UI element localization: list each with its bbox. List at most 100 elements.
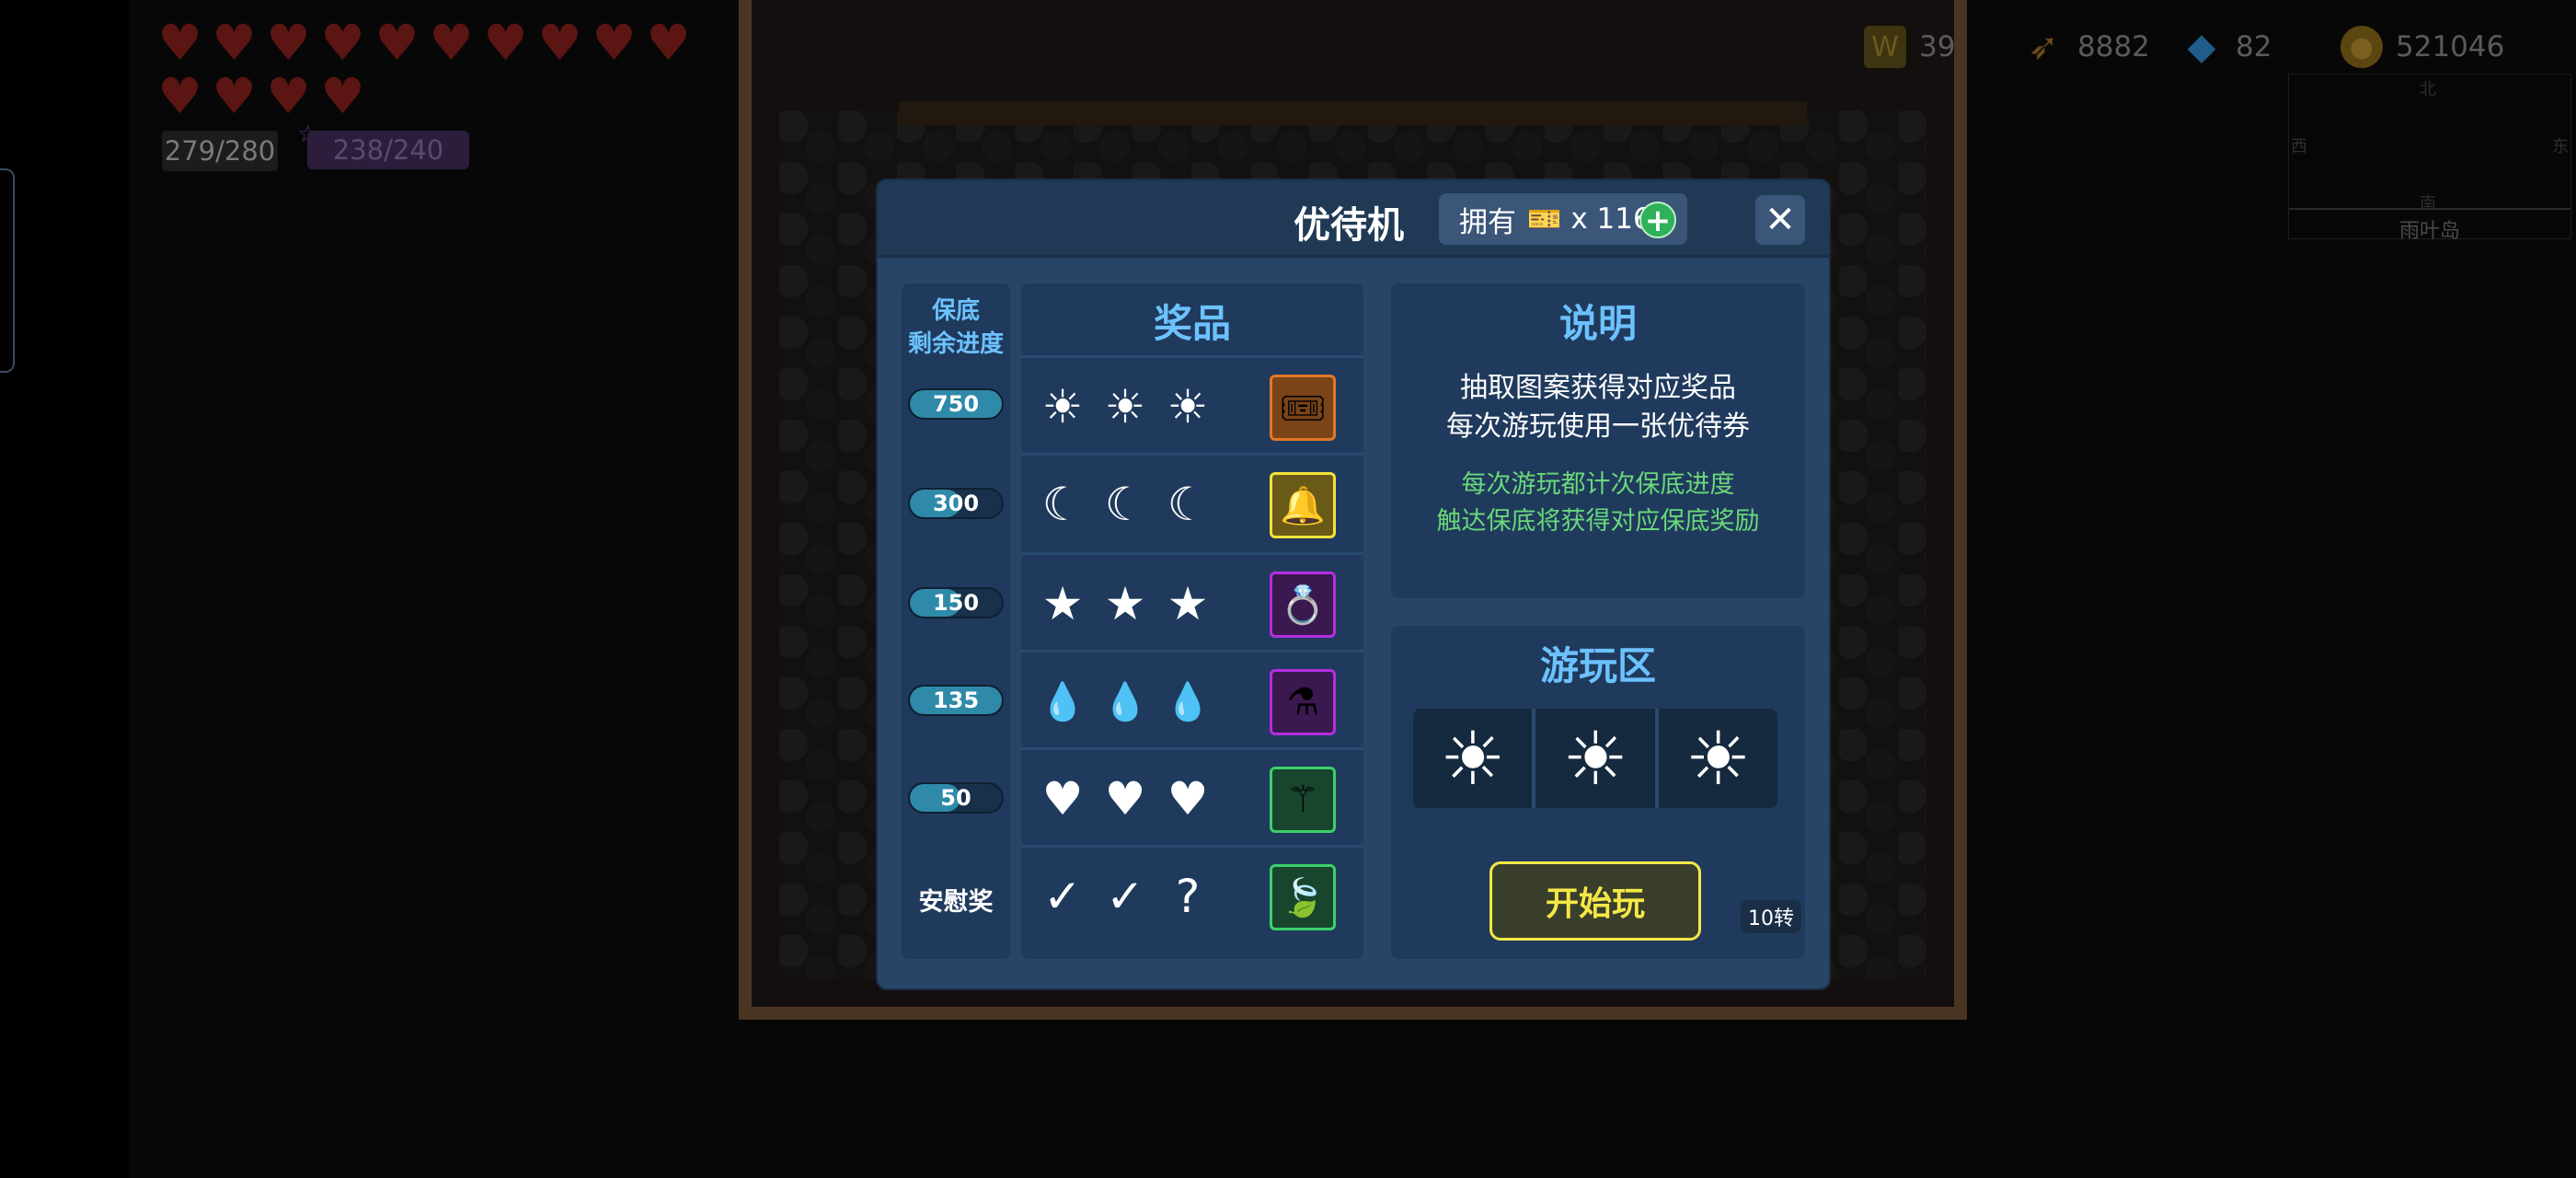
heart-icon: ♥ bbox=[646, 14, 691, 72]
prize-row: ♥ ♥ ♥ ⚚ bbox=[1021, 747, 1363, 845]
minimap-north: 北 bbox=[2420, 80, 2436, 99]
sun-icon: ☀ bbox=[1685, 715, 1752, 802]
prize-symbols: ♥ ♥ ♥ bbox=[1041, 750, 1209, 848]
description-line1: 抽取图案获得对应奖品 bbox=[1460, 372, 1736, 404]
star-icon: ★ bbox=[1041, 577, 1084, 630]
leaf-icon[interactable]: 🍃 bbox=[1270, 864, 1336, 930]
guarantee-value: 750 bbox=[932, 391, 980, 417]
prize-symbols: ★ ★ ★ bbox=[1041, 555, 1209, 653]
add-ticket-button[interactable]: + bbox=[1639, 202, 1676, 238]
bow-icon: ➶ bbox=[2028, 26, 2059, 68]
gem-resource: ◆ 82 bbox=[2180, 26, 2272, 68]
prize-symbols: ☾ ☾ ☾ bbox=[1041, 456, 1209, 553]
guarantee-progress: 300 bbox=[908, 488, 1004, 519]
guarantee-value: 135 bbox=[932, 687, 980, 713]
close-button[interactable]: ✕ bbox=[1755, 195, 1805, 245]
guarantee-value: 300 bbox=[932, 491, 980, 516]
heart-icon: ♥ bbox=[1041, 772, 1084, 826]
potion-icon[interactable]: ⚗ bbox=[1270, 669, 1336, 735]
guarantee-progress: 50 bbox=[908, 782, 1004, 814]
heart-icon: ♥ bbox=[212, 14, 257, 72]
heart-icon: ♥ bbox=[374, 14, 420, 72]
heart-icon: ♥ bbox=[429, 14, 474, 72]
minimap-east: 东 bbox=[2552, 137, 2569, 156]
droplet-icon: 💧 bbox=[1040, 680, 1086, 723]
prizes-panel: 奖品 ☀ ☀ ☀ 🎟 ☾ ☾ ☾ 🔔 ★ ★ ★ 💍 💧 💧 💧 ⚗ ♥ ♥ ♥… bbox=[1021, 283, 1363, 959]
crown-badge-icon: W bbox=[1864, 26, 1906, 68]
play-area-header: 游玩区 bbox=[1539, 643, 1656, 688]
heart-icon: ♥ bbox=[320, 14, 365, 72]
sun-icon: ☀ bbox=[1535, 709, 1659, 808]
bell-icon[interactable]: 🔔 bbox=[1270, 472, 1336, 538]
guarantee-header: 保底 剩余进度 bbox=[902, 294, 1010, 361]
sun-icon: ☀ bbox=[1041, 380, 1084, 433]
prize-row: ★ ★ ★ 💍 bbox=[1021, 552, 1363, 650]
slot-machine-dialog: 优待机 拥有 🎫 x 116 + ✕ 保底 剩余进度 750 300 150 1… bbox=[878, 180, 1829, 988]
guarantee-progress: 135 bbox=[908, 685, 1004, 716]
prize-row: ☾ ☾ ☾ 🔔 bbox=[1021, 453, 1363, 550]
prize-symbols: ☀ ☀ ☀ bbox=[1041, 358, 1209, 456]
check-icon: ✓ bbox=[1106, 870, 1144, 923]
bow-resource: ➶ 8882 bbox=[2022, 26, 2150, 68]
heart-icon: ♥ bbox=[537, 14, 582, 72]
ring-icon[interactable]: 💍 bbox=[1270, 572, 1336, 638]
start-play-button[interactable]: 开始玩 bbox=[1489, 861, 1701, 941]
description-note2: 触达保底将获得对应保底奖励 bbox=[1436, 507, 1760, 536]
heart-icon: ♥ bbox=[1167, 772, 1209, 826]
dialog-header: 优待机 拥有 🎫 x 116 + ✕ bbox=[878, 180, 1829, 258]
minimap[interactable]: 北 西 东 南 雨叶岛 bbox=[2288, 74, 2571, 243]
check-icon: ✓ bbox=[1043, 870, 1082, 923]
diamond-icon: ◆ bbox=[2187, 26, 2216, 68]
heart-icon: ♥ bbox=[320, 67, 365, 125]
sun-icon: ☀ bbox=[1104, 380, 1146, 433]
prize-symbols: 💧 💧 💧 bbox=[1040, 653, 1211, 750]
description-note1: 每次游玩都计次保底进度 bbox=[1461, 470, 1735, 499]
moon-icon: ☾ bbox=[1041, 478, 1084, 531]
minimap-location: 雨叶岛 bbox=[2398, 220, 2460, 243]
prize-row: 💧 💧 💧 ⚗ bbox=[1021, 650, 1363, 747]
description-panel: 说明 抽取图案获得对应奖品 每次游玩使用一张优待券 每次游玩都计次保底进度 触达… bbox=[1391, 283, 1805, 598]
droplet-icon: 💧 bbox=[1102, 680, 1148, 723]
dialog-title: 优待机 bbox=[1294, 204, 1404, 247]
droplet-icon: 💧 bbox=[1165, 680, 1211, 723]
game-screen: ♥ ♥ ♥ ♥ ♥ ♥ ♥ ♥ ♥ ♥ ♥ ♥ ♥ ♥ 279/280 ☆ 23… bbox=[0, 0, 2576, 1178]
moon-icon: ☾ bbox=[1104, 478, 1146, 531]
description-line2: 每次游玩使用一张优待券 bbox=[1446, 410, 1750, 443]
heart-icon: ♥ bbox=[157, 67, 202, 125]
play-area-panel: 游玩区 ☀ ☀ ☀ 开始玩 10转 bbox=[1391, 626, 1805, 959]
sun-icon: ☀ bbox=[1167, 380, 1209, 433]
guarantee-header-line1: 保底 bbox=[931, 297, 980, 325]
heart-icon: ♥ bbox=[212, 67, 257, 125]
crown-count: 39 bbox=[1919, 30, 1956, 64]
left-edge-handle[interactable] bbox=[0, 168, 15, 373]
guarantee-progress: 150 bbox=[908, 587, 1004, 618]
heart-icon: ♥ bbox=[592, 14, 637, 72]
guarantee-value: 150 bbox=[932, 590, 980, 616]
ticket-owned-pill: 拥有 🎫 x 116 + bbox=[1439, 193, 1687, 245]
mana-readout: 238/240 bbox=[307, 131, 469, 169]
close-icon: ✕ bbox=[1765, 199, 1796, 241]
crown-resource: W 39 bbox=[1864, 26, 1955, 68]
heart-icon: ♥ bbox=[483, 14, 528, 72]
consolation-label: 安慰奖 bbox=[918, 888, 994, 917]
star-icon: ★ bbox=[1167, 577, 1209, 630]
sun-icon: ☀ bbox=[1413, 709, 1536, 808]
prize-row: ☀ ☀ ☀ 🎟 bbox=[1021, 355, 1363, 453]
spin-mode-toggle[interactable]: 10转 bbox=[1741, 900, 1801, 933]
guarantee-header-line2: 剩余进度 bbox=[907, 330, 1004, 358]
heart-icon: ♥ bbox=[266, 14, 311, 72]
guarantee-progress: 750 bbox=[908, 388, 1004, 420]
minimap-divider bbox=[2289, 208, 2570, 210]
heart-icon: ♥ bbox=[1104, 772, 1146, 826]
left-side-strip bbox=[0, 0, 129, 1178]
heart-icon: ♥ bbox=[157, 14, 202, 72]
prize-row: ✓ ✓ ? 🍃 bbox=[1021, 845, 1363, 942]
minimap-south: 南 bbox=[2420, 194, 2436, 214]
gold-count: 521046 bbox=[2396, 30, 2505, 64]
prizes-header: 奖品 bbox=[1153, 300, 1231, 346]
description-header: 说明 bbox=[1558, 301, 1637, 346]
moon-icon: ☾ bbox=[1167, 478, 1209, 531]
guarantee-panel: 保底 剩余进度 750 300 150 135 50 安慰奖 bbox=[902, 283, 1010, 959]
ticket-icon[interactable]: 🎟 bbox=[1270, 375, 1336, 441]
wand-icon[interactable]: ⚚ bbox=[1270, 767, 1336, 833]
